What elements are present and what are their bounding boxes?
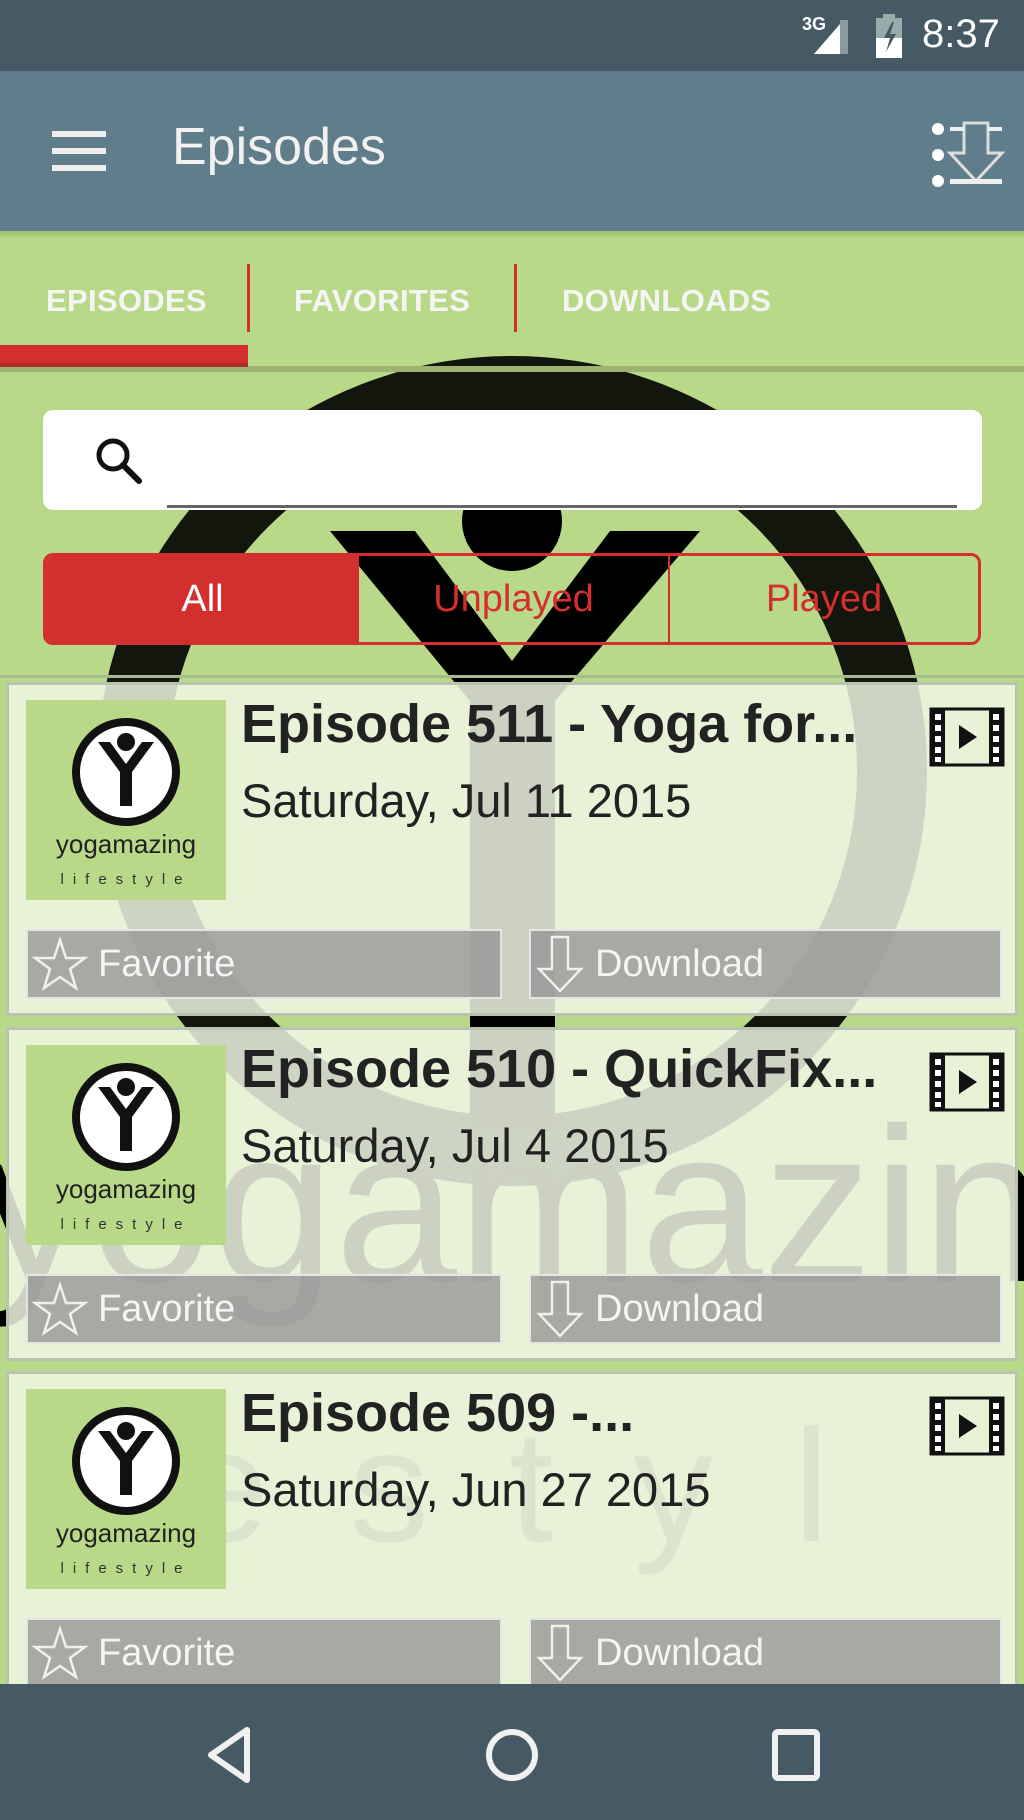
filter-unplayed[interactable]: Unplayed xyxy=(359,556,670,642)
app-bar: Episodes xyxy=(0,71,1024,231)
battery-charging-icon xyxy=(876,14,902,58)
tab-separator xyxy=(247,264,250,332)
favorite-label: Favorite xyxy=(98,1631,236,1674)
favorite-label: Favorite xyxy=(98,1287,236,1330)
tab-downloads[interactable]: DOWNLOADS xyxy=(562,264,771,338)
yogamazing-logo: yogamazing lifestyle xyxy=(56,1407,196,1577)
download-button[interactable]: Download xyxy=(529,1618,1002,1688)
recents-icon[interactable] xyxy=(761,1720,831,1790)
svg-text:lifestyle: lifestyle xyxy=(60,1560,191,1577)
episode-thumbnail: yogamazing lifestyle xyxy=(26,1389,226,1589)
back-icon[interactable] xyxy=(195,1720,265,1790)
svg-text:yogamazing: yogamazing xyxy=(56,1518,196,1548)
episode-date: Saturday, Jul 4 2015 xyxy=(241,1119,669,1172)
svg-text:yogamazing: yogamazing xyxy=(56,1174,196,1204)
episode-date: Saturday, Jun 27 2015 xyxy=(241,1463,711,1516)
video-play-icon[interactable] xyxy=(929,707,1005,767)
svg-text:lifestyle: lifestyle xyxy=(60,871,191,888)
download-arrow-icon xyxy=(536,1280,584,1338)
yogamazing-logo: yogamazing lifestyle xyxy=(56,718,196,888)
video-play-icon[interactable] xyxy=(929,1052,1005,1112)
download-arrow-icon xyxy=(536,935,584,993)
star-outline-icon xyxy=(32,1625,88,1681)
search-input[interactable] xyxy=(167,426,957,508)
download-arrow-icon xyxy=(536,1624,584,1682)
signal-icon xyxy=(814,20,848,54)
episode-title: Episode 509 -... xyxy=(241,1383,635,1443)
tab-favorites[interactable]: FAVORITES xyxy=(294,264,470,338)
episode-card[interactable]: yogamazing lifestyle Episode 511 - Yoga … xyxy=(6,682,1018,1016)
filter-played[interactable]: Played xyxy=(670,556,978,642)
clock: 8:37 xyxy=(922,12,1000,56)
favorite-button[interactable]: Favorite xyxy=(26,929,502,999)
download-label: Download xyxy=(595,1631,764,1674)
system-nav-bar xyxy=(0,1684,1024,1820)
episode-card[interactable]: yogamazing lifestyle Episode 509 -... Sa… xyxy=(6,1371,1018,1705)
star-outline-icon xyxy=(32,1281,88,1337)
episode-thumbnail: yogamazing lifestyle xyxy=(26,700,226,900)
search-icon xyxy=(96,438,142,484)
status-bar: 3G 8:37 xyxy=(0,0,1024,71)
tab-episodes[interactable]: EPISODES xyxy=(46,264,207,338)
list-divider xyxy=(0,675,1024,678)
star-outline-icon xyxy=(32,936,88,992)
download-label: Download xyxy=(595,1287,764,1330)
favorite-button[interactable]: Favorite xyxy=(26,1274,502,1344)
download-button[interactable]: Download xyxy=(529,929,1002,999)
active-tab-indicator xyxy=(0,345,248,367)
filter-all[interactable]: All xyxy=(46,556,359,642)
episode-title: Episode 511 - Yoga for... xyxy=(241,694,858,754)
episode-title: Episode 510 - QuickFix... xyxy=(241,1039,878,1099)
favorite-button[interactable]: Favorite xyxy=(26,1618,502,1688)
episode-thumbnail: yogamazing lifestyle xyxy=(26,1045,226,1245)
episode-date: Saturday, Jul 11 2015 xyxy=(241,774,692,827)
download-button[interactable]: Download xyxy=(529,1274,1002,1344)
hamburger-menu-icon[interactable] xyxy=(52,131,106,171)
download-all-icon[interactable] xyxy=(930,119,1010,191)
played-filter: All Unplayed Played xyxy=(43,553,981,645)
svg-text:lifestyle: lifestyle xyxy=(60,1216,191,1233)
tab-separator xyxy=(514,264,517,332)
download-label: Download xyxy=(595,942,764,985)
video-play-icon[interactable] xyxy=(929,1396,1005,1456)
page-title: Episodes xyxy=(172,118,386,176)
svg-text:yogamazing: yogamazing xyxy=(56,829,196,859)
yogamazing-logo: yogamazing lifestyle xyxy=(56,1063,196,1233)
favorite-label: Favorite xyxy=(98,942,236,985)
episode-card[interactable]: yogamazing lifestyle Episode 510 - Quick… xyxy=(6,1027,1018,1361)
home-icon[interactable] xyxy=(477,1720,547,1790)
search-box xyxy=(43,410,982,510)
